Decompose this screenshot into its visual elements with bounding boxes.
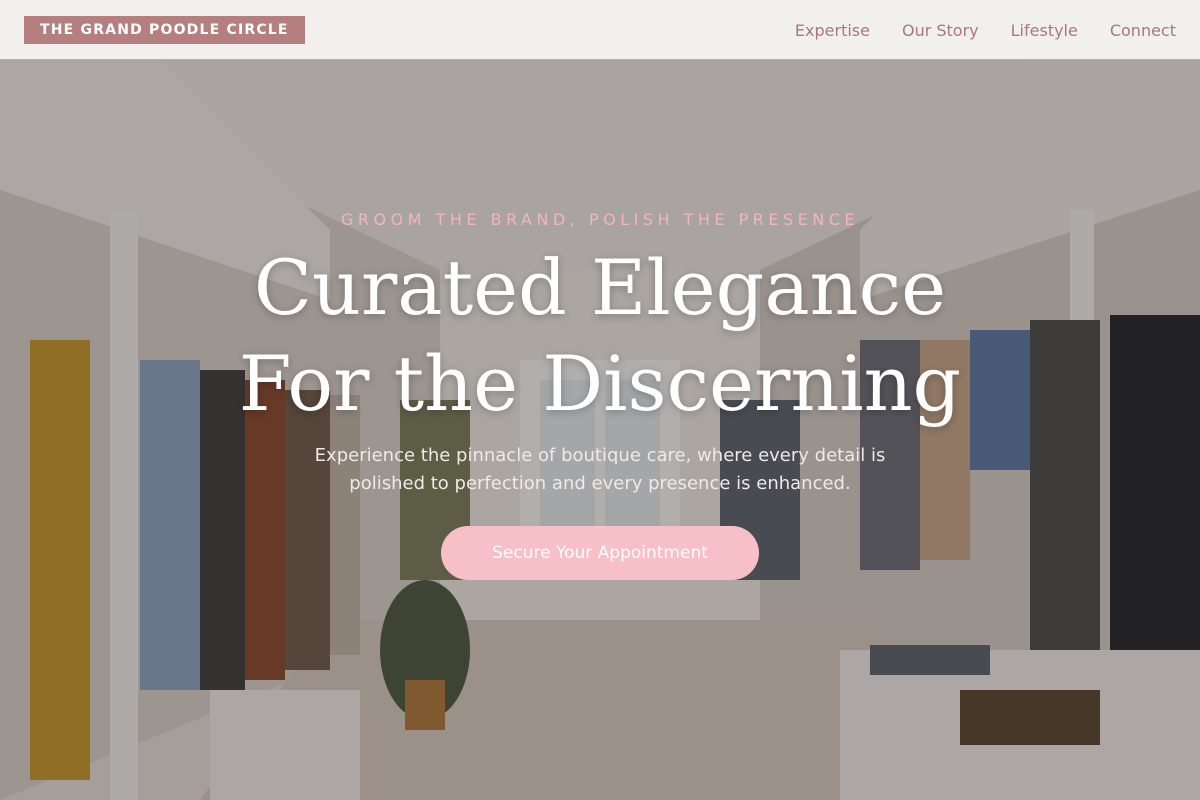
site-header: THE GRAND POODLE CIRCLE Expertise Our St… bbox=[0, 0, 1200, 60]
hero-section: GROOM THE BRAND, POLISH THE PRESENCE Cur… bbox=[0, 200, 1200, 580]
brand-logo[interactable]: THE GRAND POODLE CIRCLE bbox=[24, 16, 305, 44]
hero-subcopy: Experience the pinnacle of boutique care… bbox=[314, 445, 886, 494]
hero-headline-line-2: For the Discerning bbox=[238, 339, 962, 428]
hero-headline: Curated Elegance For the Discerning bbox=[0, 240, 1200, 432]
nav-link-our-story[interactable]: Our Story bbox=[902, 21, 979, 40]
nav-link-connect[interactable]: Connect bbox=[1110, 21, 1176, 40]
main-navigation: Expertise Our Story Lifestyle Connect bbox=[795, 0, 1176, 60]
nav-link-lifestyle[interactable]: Lifestyle bbox=[1011, 21, 1078, 40]
hero-eyebrow: GROOM THE BRAND, POLISH THE PRESENCE bbox=[341, 210, 859, 229]
secure-appointment-button[interactable]: Secure Your Appointment bbox=[441, 526, 759, 580]
hero-headline-line-1: Curated Elegance bbox=[253, 243, 947, 332]
nav-link-expertise[interactable]: Expertise bbox=[795, 21, 870, 40]
